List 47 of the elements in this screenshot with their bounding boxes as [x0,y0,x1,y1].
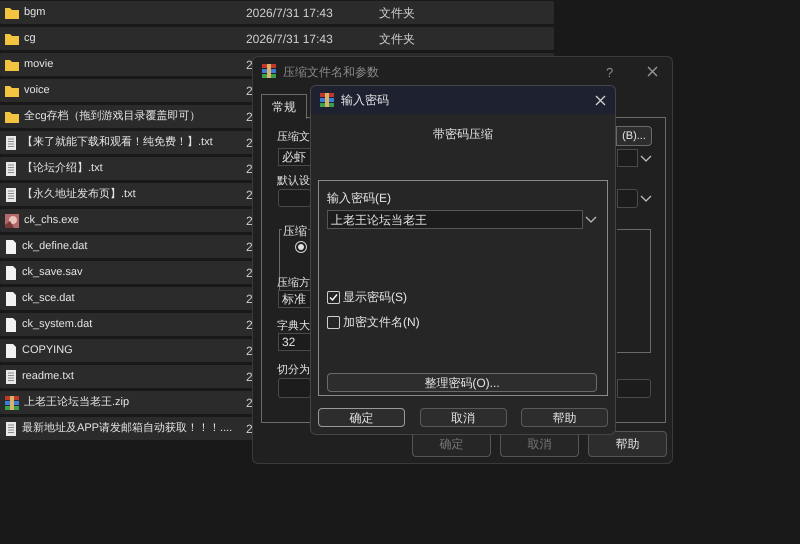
file-type: 文件夹 [379,4,415,22]
file-date: 2 [246,368,253,386]
window-title: 输入密码 [341,92,390,109]
file-date: 2 [246,56,253,74]
file-name: readme.txt [22,369,74,384]
file-name: bgm [24,5,46,20]
file-name: 【论坛介绍】.txt [22,160,103,176]
file-date: 2 [246,238,253,256]
file-date: 2 [246,108,253,126]
field-label: 压缩方 [277,276,310,291]
file-name: 【来了就能下载和观看！纯免费！】.txt [22,134,213,150]
file-name: 最新地址及APP请发邮箱自动获取！！！.... [22,420,232,436]
file-name: ck_define.dat [22,239,88,254]
file-name: 上老王论坛当老王.zip [24,395,130,410]
field-label: 字典大 [277,318,310,334]
file-name: COPYING [22,343,73,358]
file-date: 2 [246,420,253,438]
file-name: 全cg存档（拖到游戏目录覆盖即可） [24,108,201,124]
file-date: 2 [246,290,253,308]
file-date: 2 [246,186,253,204]
field-label: 默认设 [277,174,310,189]
file-date: 2 [246,212,253,230]
file-date: 2 [246,342,253,360]
field-label: 切分为 [277,363,310,378]
file-name: ck_save.sav [22,265,83,280]
file-date: 2 [246,160,253,178]
file-name: movie [24,57,54,72]
window-title: 压缩文件名和参数 [283,64,379,81]
checkbox-label: 显示密码(S) [343,289,407,306]
checkbox-label: 加密文件名(N) [343,314,420,331]
file-date: 2026/7/31 17:43 [246,4,333,22]
file-date: 2 [246,134,253,152]
file-date: 2 [246,82,253,100]
file-date: 2 [246,394,253,412]
file-name: 【永久地址发布页】.txt [22,186,136,202]
field-label: 输入密码(E) [327,190,391,207]
file-name: ck_sce.dat [22,291,75,306]
field-label: 压缩文 [277,130,310,145]
file-name: ck_system.dat [22,317,92,332]
file-date: 2026/7/31 17:43 [246,30,333,48]
file-date: 2 [246,316,253,334]
file-name: ck_chs.exe [24,213,80,228]
file-name: cg [24,31,36,46]
file-date: 2 [246,264,253,282]
dialog-heading: 带密码压缩 [433,126,493,143]
file-name: voice [24,83,50,98]
file-type: 文件夹 [379,30,415,48]
